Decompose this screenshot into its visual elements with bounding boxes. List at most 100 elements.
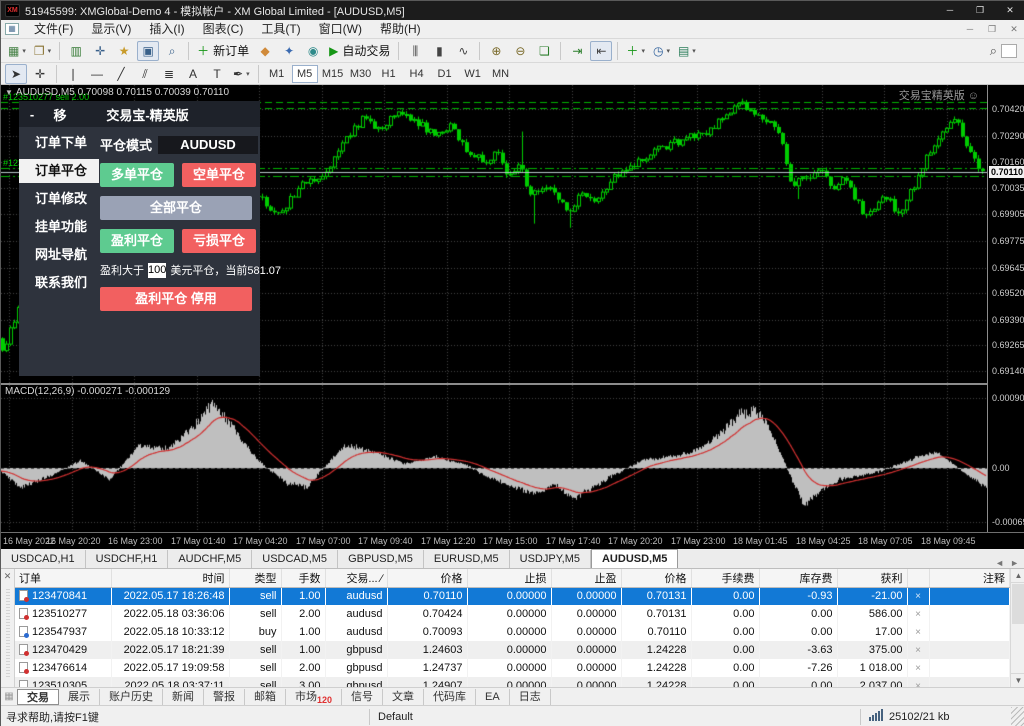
- equidistant-channel-button[interactable]: ⫽: [134, 64, 156, 84]
- order-row[interactable]: 1234708412022.05.17 18:26:48sell1.00audu…: [15, 587, 1010, 605]
- macd-axis[interactable]: 0.0009060.00-0.000694: [987, 385, 1024, 532]
- vertical-line-button[interactable]: ❘: [62, 64, 84, 84]
- terminal-tab-alerts[interactable]: 警报: [204, 689, 245, 705]
- timeframe-w1[interactable]: W1: [460, 65, 486, 83]
- timeframe-m15[interactable]: M15: [320, 65, 346, 83]
- column-header[interactable]: 交易... ∕: [325, 569, 387, 587]
- close-order-icon[interactable]: ×: [915, 609, 921, 620]
- tab-scroll-left-icon[interactable]: ◄: [995, 558, 1004, 568]
- text-label-button[interactable]: T: [206, 64, 228, 84]
- close-profit-button[interactable]: 盈利平仓: [100, 229, 174, 253]
- autotrading-button[interactable]: ▶自动交易: [326, 41, 393, 61]
- timeframe-h4[interactable]: H4: [404, 65, 430, 83]
- search-icon[interactable]: ⌕: [990, 45, 997, 57]
- menu-item-tools[interactable]: 工具(T): [252, 20, 309, 39]
- metaeditor-button[interactable]: ✦: [278, 41, 300, 61]
- periods-button[interactable]: ◷▾: [650, 41, 673, 61]
- chart-tab-gbpusd-m5[interactable]: GBPUSD,M5: [338, 550, 424, 568]
- terminal-tab-mailbox[interactable]: 邮箱: [245, 689, 286, 705]
- macd-canvas[interactable]: [1, 385, 987, 532]
- menu-item-window[interactable]: 窗口(W): [310, 20, 371, 39]
- column-header[interactable]: 手数: [281, 569, 325, 587]
- scroll-down-icon[interactable]: ▼: [1011, 673, 1024, 687]
- auto-scroll-button[interactable]: ⇥: [566, 41, 588, 61]
- terminal-scrollbar[interactable]: ▲ ▼: [1010, 569, 1024, 687]
- mdi-close-button[interactable]: ✕: [1003, 20, 1024, 38]
- panel-menu-contact-us[interactable]: 联系我们: [19, 271, 99, 295]
- mdi-restore-button[interactable]: ❐: [981, 20, 1003, 38]
- navigator-button[interactable]: ★: [113, 41, 135, 61]
- column-header[interactable]: 类型: [229, 569, 281, 587]
- line-chart-button[interactable]: ∿: [452, 41, 474, 61]
- options-button[interactable]: ◉: [302, 41, 324, 61]
- menu-item-help[interactable]: 帮助(H): [371, 20, 430, 39]
- menu-item-file[interactable]: 文件(F): [25, 20, 82, 39]
- timeframe-m5[interactable]: M5: [292, 65, 318, 83]
- close-order-icon[interactable]: ×: [915, 645, 921, 656]
- trendline-button[interactable]: ╱: [110, 64, 132, 84]
- panel-menu-pending-orders[interactable]: 挂单功能: [19, 215, 99, 239]
- timeframe-m1[interactable]: M1: [264, 65, 290, 83]
- close-order-icon[interactable]: ×: [915, 627, 921, 638]
- close-long-button[interactable]: 多单平仓: [100, 163, 174, 187]
- column-header[interactable]: 获利: [837, 569, 907, 587]
- timeframe-h1[interactable]: H1: [376, 65, 402, 83]
- zoom-in-button[interactable]: ⊕: [485, 41, 507, 61]
- column-header[interactable]: 价格: [621, 569, 691, 587]
- chart-tab-usdcad-h1[interactable]: USDCAD,H1: [1, 550, 86, 568]
- status-profile[interactable]: Default: [370, 711, 860, 723]
- column-header[interactable]: 价格: [387, 569, 467, 587]
- column-header[interactable]: 注释: [929, 569, 1010, 587]
- tab-scroll-right-icon[interactable]: ►: [1010, 558, 1019, 568]
- chart-tab-audchf-m5[interactable]: AUDCHF,M5: [168, 550, 252, 568]
- maximize-button[interactable]: ❐: [965, 1, 995, 20]
- zoom-out-button[interactable]: ⊖: [509, 41, 531, 61]
- time-axis[interactable]: 16 May 202216 May 20:2016 May 23:0017 Ma…: [1, 533, 1024, 549]
- menu-item-charts[interactable]: 图表(C): [194, 20, 253, 39]
- profiles-button[interactable]: ❐▾: [31, 41, 54, 61]
- history-center-button[interactable]: ◆: [254, 41, 276, 61]
- templates-button[interactable]: ▤▾: [675, 41, 699, 61]
- mdi-minimize-button[interactable]: ─: [959, 20, 981, 38]
- cursor-button[interactable]: ➤: [5, 64, 27, 84]
- column-header[interactable]: 时间: [111, 569, 229, 587]
- terminal-tab-market[interactable]: 市场120: [286, 689, 342, 705]
- timeframe-d1[interactable]: D1: [432, 65, 458, 83]
- bar-chart-button[interactable]: ⫼: [404, 41, 426, 61]
- terminal-tab-code-base[interactable]: 代码库: [424, 689, 476, 705]
- terminal-tab-signals[interactable]: 信号: [342, 689, 383, 705]
- new-order-button[interactable]: ＋新订单: [194, 41, 252, 61]
- order-row[interactable]: 1234704292022.05.17 18:21:39sell1.00gbpu…: [15, 641, 1010, 659]
- panel-menu-order-open[interactable]: 订单下单: [19, 131, 99, 155]
- profit-close-toggle-button[interactable]: 盈利平仓 停用: [100, 287, 252, 311]
- fibonacci-button[interactable]: ≣: [158, 64, 180, 84]
- close-short-button[interactable]: 空单平仓: [182, 163, 256, 187]
- crosshair-button[interactable]: ✛: [29, 64, 51, 84]
- terminal-tab-news[interactable]: 新闻: [163, 689, 204, 705]
- order-row[interactable]: 1235102772022.05.18 03:36:06sell2.00audu…: [15, 605, 1010, 623]
- timeframe-m30[interactable]: M30: [348, 65, 374, 83]
- chart-tab-audusd-m5[interactable]: AUDUSD,M5: [591, 549, 678, 568]
- market-watch-button[interactable]: ▥: [65, 41, 87, 61]
- close-order-icon[interactable]: ×: [915, 591, 921, 602]
- chart-tab-usdchf-h1[interactable]: USDCHF,H1: [86, 550, 169, 568]
- panel-minimize-button[interactable]: -: [19, 107, 45, 122]
- terminal-button[interactable]: ▣: [137, 41, 159, 61]
- panel-menu-order-close[interactable]: 订单平仓: [19, 159, 99, 183]
- panel-menu-order-modify[interactable]: 订单修改: [19, 187, 99, 211]
- arrows-button[interactable]: ✒▾: [230, 64, 253, 84]
- new-chart-button[interactable]: ▦▾: [5, 41, 29, 61]
- column-header[interactable]: 止盈: [551, 569, 621, 587]
- search-box[interactable]: [1001, 44, 1017, 58]
- terminal-tab-journal[interactable]: 日志: [510, 689, 551, 705]
- scroll-up-icon[interactable]: ▲: [1011, 569, 1024, 583]
- close-button[interactable]: ✕: [995, 1, 1024, 20]
- column-header[interactable]: 库存费: [759, 569, 837, 587]
- close-loss-button[interactable]: 亏损平仓: [182, 229, 256, 253]
- candlestick-chart-button[interactable]: ▮: [428, 41, 450, 61]
- horizontal-line-button[interactable]: ―: [86, 64, 108, 84]
- chart-shift-button[interactable]: ⇤: [590, 41, 612, 61]
- terminal-tab-exposure[interactable]: 展示: [59, 689, 100, 705]
- menu-item-insert[interactable]: 插入(I): [140, 20, 193, 39]
- column-header[interactable]: 手续费: [691, 569, 759, 587]
